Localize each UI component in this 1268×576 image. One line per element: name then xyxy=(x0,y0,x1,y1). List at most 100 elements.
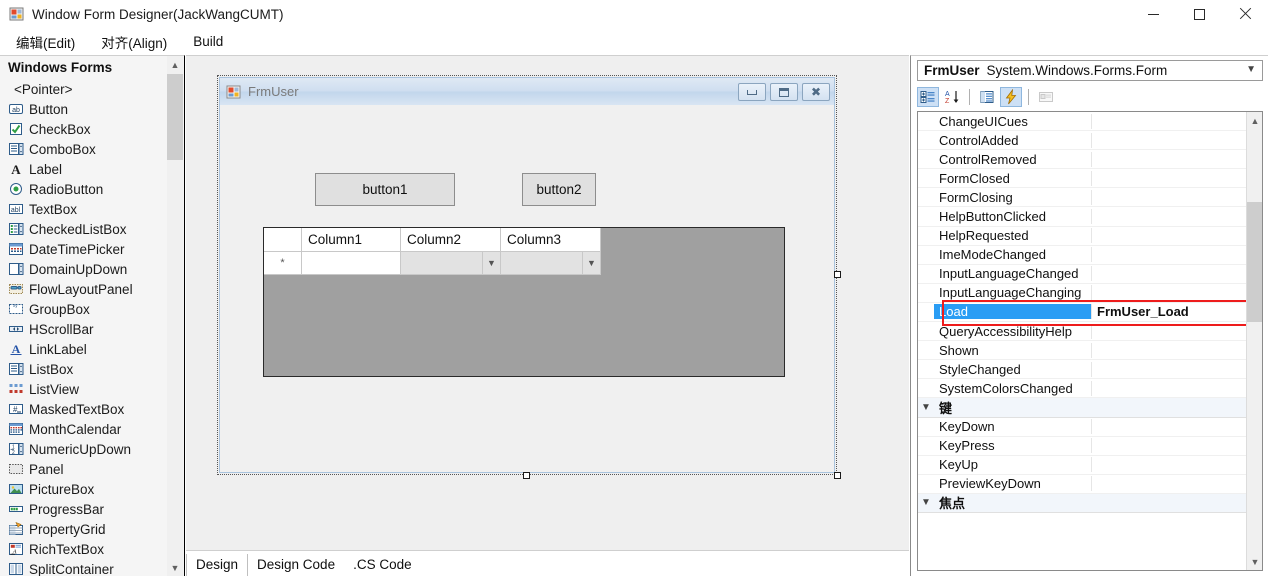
datagridview-corner-cell[interactable] xyxy=(264,228,302,252)
event-row-keydown[interactable]: KeyDown xyxy=(918,418,1248,437)
tab-design[interactable]: Design xyxy=(186,554,249,576)
event-row-systemcolorschanged[interactable]: SystemColorsChanged xyxy=(918,379,1248,399)
scroll-down-icon[interactable]: ▼ xyxy=(1247,553,1262,570)
column-header-3[interactable]: Column3 xyxy=(501,228,601,252)
event-row-inputlanguagechanged[interactable]: InputLanguageChanged xyxy=(918,265,1248,284)
resize-handle-bottom-right[interactable] xyxy=(834,472,841,479)
toolbox-item-groupbox[interactable]: xy GroupBox xyxy=(0,299,184,319)
event-row-controlremoved[interactable]: ControlRemoved xyxy=(918,150,1248,170)
toolbox-item-radiobutton[interactable]: RadioButton xyxy=(0,179,184,199)
event-row-imemodechanged[interactable]: ImeModeChanged xyxy=(918,246,1248,265)
event-row-inputlanguagechanging[interactable]: InputLanguageChanging xyxy=(918,284,1248,303)
toolbox-item-progressbar[interactable]: ProgressBar xyxy=(0,499,184,519)
row-header-new[interactable]: * xyxy=(264,252,302,275)
cell-column1[interactable] xyxy=(302,252,401,275)
chevron-down-icon[interactable]: ▼ xyxy=(1246,64,1256,75)
designed-form[interactable]: FrmUser ✖ button1 button2 Column1 Column… xyxy=(219,77,835,473)
toolbox-item-listbox[interactable]: ListBox xyxy=(0,359,184,379)
toolbox-item-checkedlistbox[interactable]: CheckedListBox xyxy=(0,219,184,239)
scroll-up-icon[interactable]: ▲ xyxy=(167,56,183,73)
toolbox-item-linklabel[interactable]: A LinkLabel xyxy=(0,339,184,359)
designer-surface[interactable]: FrmUser ✖ button1 button2 Column1 Column… xyxy=(186,55,909,550)
menu-build[interactable]: Build xyxy=(183,31,233,52)
resize-handle-bottom[interactable] xyxy=(523,472,530,479)
event-row-previewkeydown[interactable]: PreviewKeyDown xyxy=(918,475,1248,494)
scroll-down-icon[interactable]: ▼ xyxy=(167,559,183,576)
toolbox-item-textbox[interactable]: abl TextBox xyxy=(0,199,184,219)
form-close-button[interactable]: ✖ xyxy=(802,83,830,101)
toolbox-item-monthcalendar[interactable]: MonthCalendar xyxy=(0,419,184,439)
toolbox-item-richtextbox[interactable]: A RichTextBox xyxy=(0,539,184,559)
tab-cs-code[interactable]: .CS Code xyxy=(344,554,421,576)
toolbox-item-label[interactable]: A Label xyxy=(0,159,184,179)
toolbox-item-maskedtextbox[interactable]: # MaskedTextBox xyxy=(0,399,184,419)
event-row-queryaccessibilityhelp[interactable]: QueryAccessibilityHelp xyxy=(918,322,1248,342)
column-header-2[interactable]: Column2 xyxy=(401,228,501,252)
toolbox-item-flowlayoutpanel[interactable]: FlowLayoutPanel xyxy=(0,279,184,299)
form-maximize-button[interactable] xyxy=(770,83,798,101)
alphabetical-button[interactable]: A Z xyxy=(941,87,963,107)
toolbox-item-combobox[interactable]: ComboBox xyxy=(0,139,184,159)
event-row-shown[interactable]: Shown xyxy=(918,341,1248,361)
column-header-1[interactable]: Column1 xyxy=(302,228,401,252)
maximize-button[interactable] xyxy=(1176,0,1222,28)
toolbox-item-checkbox[interactable]: CheckBox xyxy=(0,119,184,139)
chevron-down-icon[interactable]: ▼ xyxy=(918,398,934,416)
tab-design-code[interactable]: Design Code xyxy=(248,554,344,576)
toolbox-item-numericupdown[interactable]: 12 NumericUpDown xyxy=(0,439,184,459)
properties-scrollbar[interactable]: ▲ ▼ xyxy=(1246,112,1262,570)
minimize-button[interactable] xyxy=(1130,0,1176,28)
checkbox-icon xyxy=(8,121,24,137)
resize-handle-right[interactable] xyxy=(834,271,841,278)
datagridview-new-row[interactable]: * ▼ ▼ xyxy=(264,252,784,275)
toolbox-item-label: TextBox xyxy=(29,201,78,217)
toolbox-scrollbar[interactable]: ▲ ▼ xyxy=(167,56,183,576)
properties-button[interactable] xyxy=(976,87,998,107)
toolbox-item-label: FlowLayoutPanel xyxy=(29,281,133,297)
chevron-down-icon[interactable]: ▼ xyxy=(918,494,934,512)
toolbox-scrollbar-thumb[interactable] xyxy=(167,74,183,160)
designer-button1[interactable]: button1 xyxy=(315,173,455,206)
designer-button2[interactable]: button2 xyxy=(522,173,596,206)
event-row-stylechanged[interactable]: StyleChanged xyxy=(918,360,1248,380)
toolbox-item-picturebox[interactable]: PictureBox xyxy=(0,479,184,499)
toolbox-item-domainupdown[interactable]: DomainUpDown xyxy=(0,259,184,279)
event-row-load[interactable]: Load FrmUser_Load xyxy=(918,303,1248,323)
toolbox-item-splitcontainer[interactable]: SplitContainer xyxy=(0,559,184,576)
categorized-button[interactable] xyxy=(917,87,939,107)
toolbox-item-hscrollbar[interactable]: HScrollBar xyxy=(0,319,184,339)
category-row-keys[interactable]: ▼ 键 xyxy=(918,398,1248,418)
event-row-formclosed[interactable]: FormClosed xyxy=(918,169,1248,189)
toolbox-item-button[interactable]: ab Button xyxy=(0,99,184,119)
form-selection-frame[interactable]: FrmUser ✖ button1 button2 Column1 Column… xyxy=(217,75,837,475)
events-grid[interactable]: ChangeUICues ControlAdded ControlRemoved… xyxy=(917,111,1263,571)
event-row-helpbuttonclicked[interactable]: HelpButtonClicked xyxy=(918,207,1248,227)
toolbox-item-listview[interactable]: ListView xyxy=(0,379,184,399)
toolbox-item-propertygrid[interactable]: PropertyGrid xyxy=(0,519,184,539)
properties-scrollbar-thumb[interactable] xyxy=(1247,202,1262,322)
form-minimize-button[interactable] xyxy=(738,83,766,101)
menu-edit[interactable]: 编辑(Edit) xyxy=(6,29,85,55)
events-button[interactable] xyxy=(1000,87,1022,107)
cell-column2[interactable]: ▼ xyxy=(401,252,501,275)
chevron-down-icon[interactable]: ▼ xyxy=(582,252,600,274)
event-handler[interactable]: FrmUser_Load xyxy=(1092,304,1248,319)
event-row-changeuicues[interactable]: ChangeUICues xyxy=(918,112,1248,132)
designer-datagridview[interactable]: Column1 Column2 Column3 * ▼ ▼ xyxy=(263,227,785,377)
chevron-down-icon[interactable]: ▼ xyxy=(482,252,500,274)
event-row-keyup[interactable]: KeyUp xyxy=(918,456,1248,475)
toolbox-item-panel[interactable]: Panel xyxy=(0,459,184,479)
event-row-keypress[interactable]: KeyPress xyxy=(918,437,1248,456)
object-selector-combobox[interactable]: FrmUser System.Windows.Forms.Form ▼ xyxy=(917,60,1263,81)
property-pages-button[interactable] xyxy=(1035,87,1057,107)
category-row-focus[interactable]: ▼ 焦点 xyxy=(918,493,1248,513)
toolbox-item-datetimepicker[interactable]: DateTimePicker xyxy=(0,239,184,259)
toolbox-item-pointer[interactable]: <Pointer> xyxy=(0,79,184,99)
event-row-helprequested[interactable]: HelpRequested xyxy=(918,227,1248,246)
close-button[interactable] xyxy=(1222,0,1268,28)
event-row-controladded[interactable]: ControlAdded xyxy=(918,131,1248,151)
event-row-formclosing[interactable]: FormClosing xyxy=(918,188,1248,208)
cell-column3[interactable]: ▼ xyxy=(501,252,601,275)
scroll-up-icon[interactable]: ▲ xyxy=(1247,112,1262,129)
menu-align[interactable]: 对齐(Align) xyxy=(91,29,177,55)
